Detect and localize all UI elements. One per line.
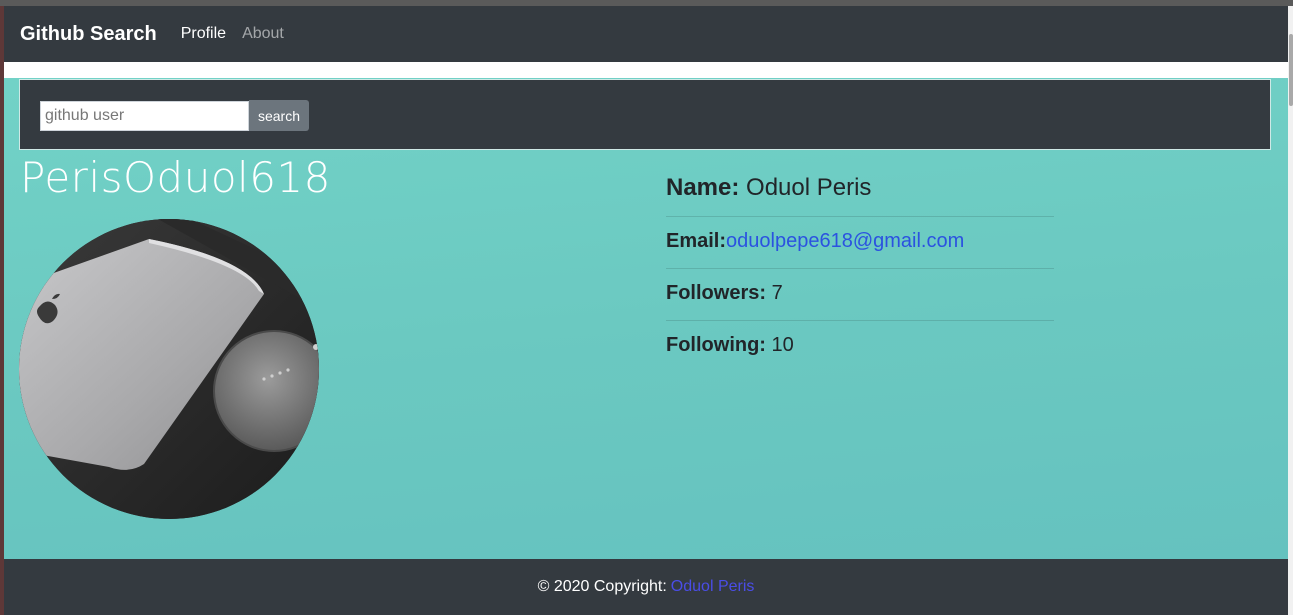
email-label: Email: (666, 230, 727, 252)
search-button[interactable]: search (249, 100, 309, 131)
profile-avatar (19, 219, 319, 519)
page: Github Search Profile About search Peris… (4, 6, 1288, 615)
detail-following: Following: 10 (666, 321, 1054, 372)
detail-name: Name: Oduol Peris (666, 162, 1054, 217)
avatar-image (19, 219, 319, 519)
search-input[interactable] (40, 101, 249, 131)
navbar: Github Search Profile About (4, 6, 1288, 62)
following-label: Following: (666, 334, 766, 356)
navbar-brand[interactable]: Github Search (20, 23, 157, 46)
detail-followers: Followers: 7 (666, 269, 1054, 321)
main-content: search PerisOduol618 (4, 78, 1288, 559)
name-label: Name: (666, 174, 740, 201)
email-link[interactable]: oduolpepe618@gmail.com (726, 230, 964, 252)
nav-link-profile[interactable]: Profile (181, 25, 226, 43)
name-value: Oduol Peris (746, 174, 872, 201)
profile-details: Name: Oduol Peris Email:oduolpepe618@gma… (666, 162, 1054, 372)
search-bar: search (19, 79, 1271, 150)
scrollbar-thumb[interactable] (1289, 34, 1293, 106)
footer-author-link[interactable]: Oduol Peris (671, 578, 755, 596)
vertical-scrollbar[interactable] (1288, 6, 1293, 615)
followers-label: Followers: (666, 282, 767, 304)
footer: © 2020 Copyright: Oduol Peris (4, 559, 1288, 615)
footer-copyright: © 2020 Copyright: (537, 578, 667, 595)
following-value: 10 (771, 334, 794, 356)
nav-link-about[interactable]: About (242, 25, 284, 43)
followers-value: 7 (771, 282, 783, 304)
profile-username: PerisOduol618 (20, 153, 331, 202)
detail-email: Email:oduolpepe618@gmail.com (666, 217, 1054, 269)
